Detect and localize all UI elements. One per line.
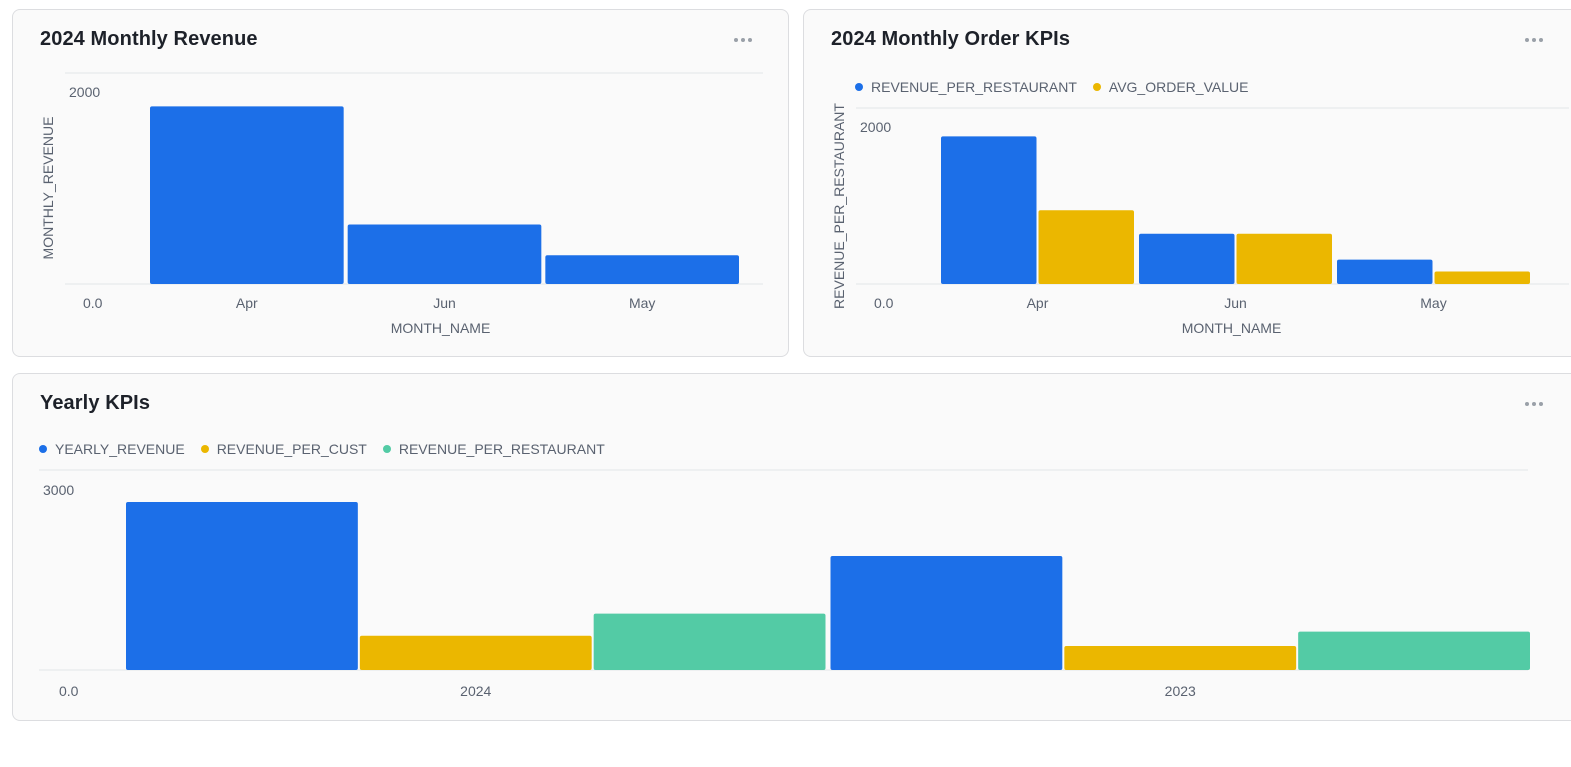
chart-card-monthly-order-kpis: 2024 Monthly Order KPIs REVENUE_PER_REST… — [803, 9, 1571, 357]
x-tick-label: 2024 — [460, 683, 491, 699]
chart-card-monthly-revenue: 2024 Monthly Revenue 2000 0.0 Apr Jun May MON… — [12, 9, 789, 357]
y-tick-label: 0.0 — [83, 295, 103, 311]
x-tick-label: Jun — [433, 295, 456, 311]
bar — [941, 136, 1037, 284]
bar — [830, 556, 1063, 670]
x-tick-label: Apr — [236, 295, 258, 311]
bar — [126, 502, 358, 670]
bar — [150, 106, 344, 285]
bar — [1337, 259, 1433, 284]
y-tick-label: 0.0 — [874, 295, 894, 311]
bar — [1064, 646, 1297, 670]
bar — [359, 635, 592, 670]
x-tick-label: Apr — [1027, 295, 1049, 311]
bar — [1434, 271, 1530, 284]
bar — [545, 255, 739, 284]
bar — [1298, 631, 1530, 670]
bar-chart: 3000 0.0 2024 2023 — [39, 469, 1530, 699]
bar — [593, 613, 826, 670]
y-tick-label: 2000 — [69, 84, 100, 100]
bar — [1139, 233, 1235, 284]
bar-chart: 2000 0.0 Apr Jun May MONTH_NAME REVENUE_PER_RE… — [831, 103, 1569, 336]
bar — [347, 224, 542, 284]
x-tick-label: May — [1420, 295, 1446, 311]
y-tick-label: 2000 — [860, 119, 891, 135]
y-axis-label: MONTHLY_REVENUE — [40, 117, 56, 260]
y-tick-label: 3000 — [43, 482, 74, 498]
x-tick-label: May — [629, 295, 655, 311]
bar — [1236, 233, 1332, 284]
y-tick-label: 0.0 — [59, 683, 79, 699]
bar — [1038, 210, 1134, 284]
y-axis-label: REVENUE_PER_RESTAURANT — [831, 103, 847, 309]
chart-card-yearly-kpis: Yearly KPIs YEARLY_REVENUE REVENUE_PER_CU… — [12, 373, 1571, 721]
bar-chart: 2000 0.0 Apr Jun May MONTH_NAME MONTHLY_REVENU… — [40, 72, 763, 336]
x-tick-label: 2023 — [1165, 683, 1196, 699]
x-tick-label: Jun — [1224, 295, 1247, 311]
x-axis-label: MONTH_NAME — [1182, 320, 1282, 336]
x-axis-label: MONTH_NAME — [391, 320, 491, 336]
